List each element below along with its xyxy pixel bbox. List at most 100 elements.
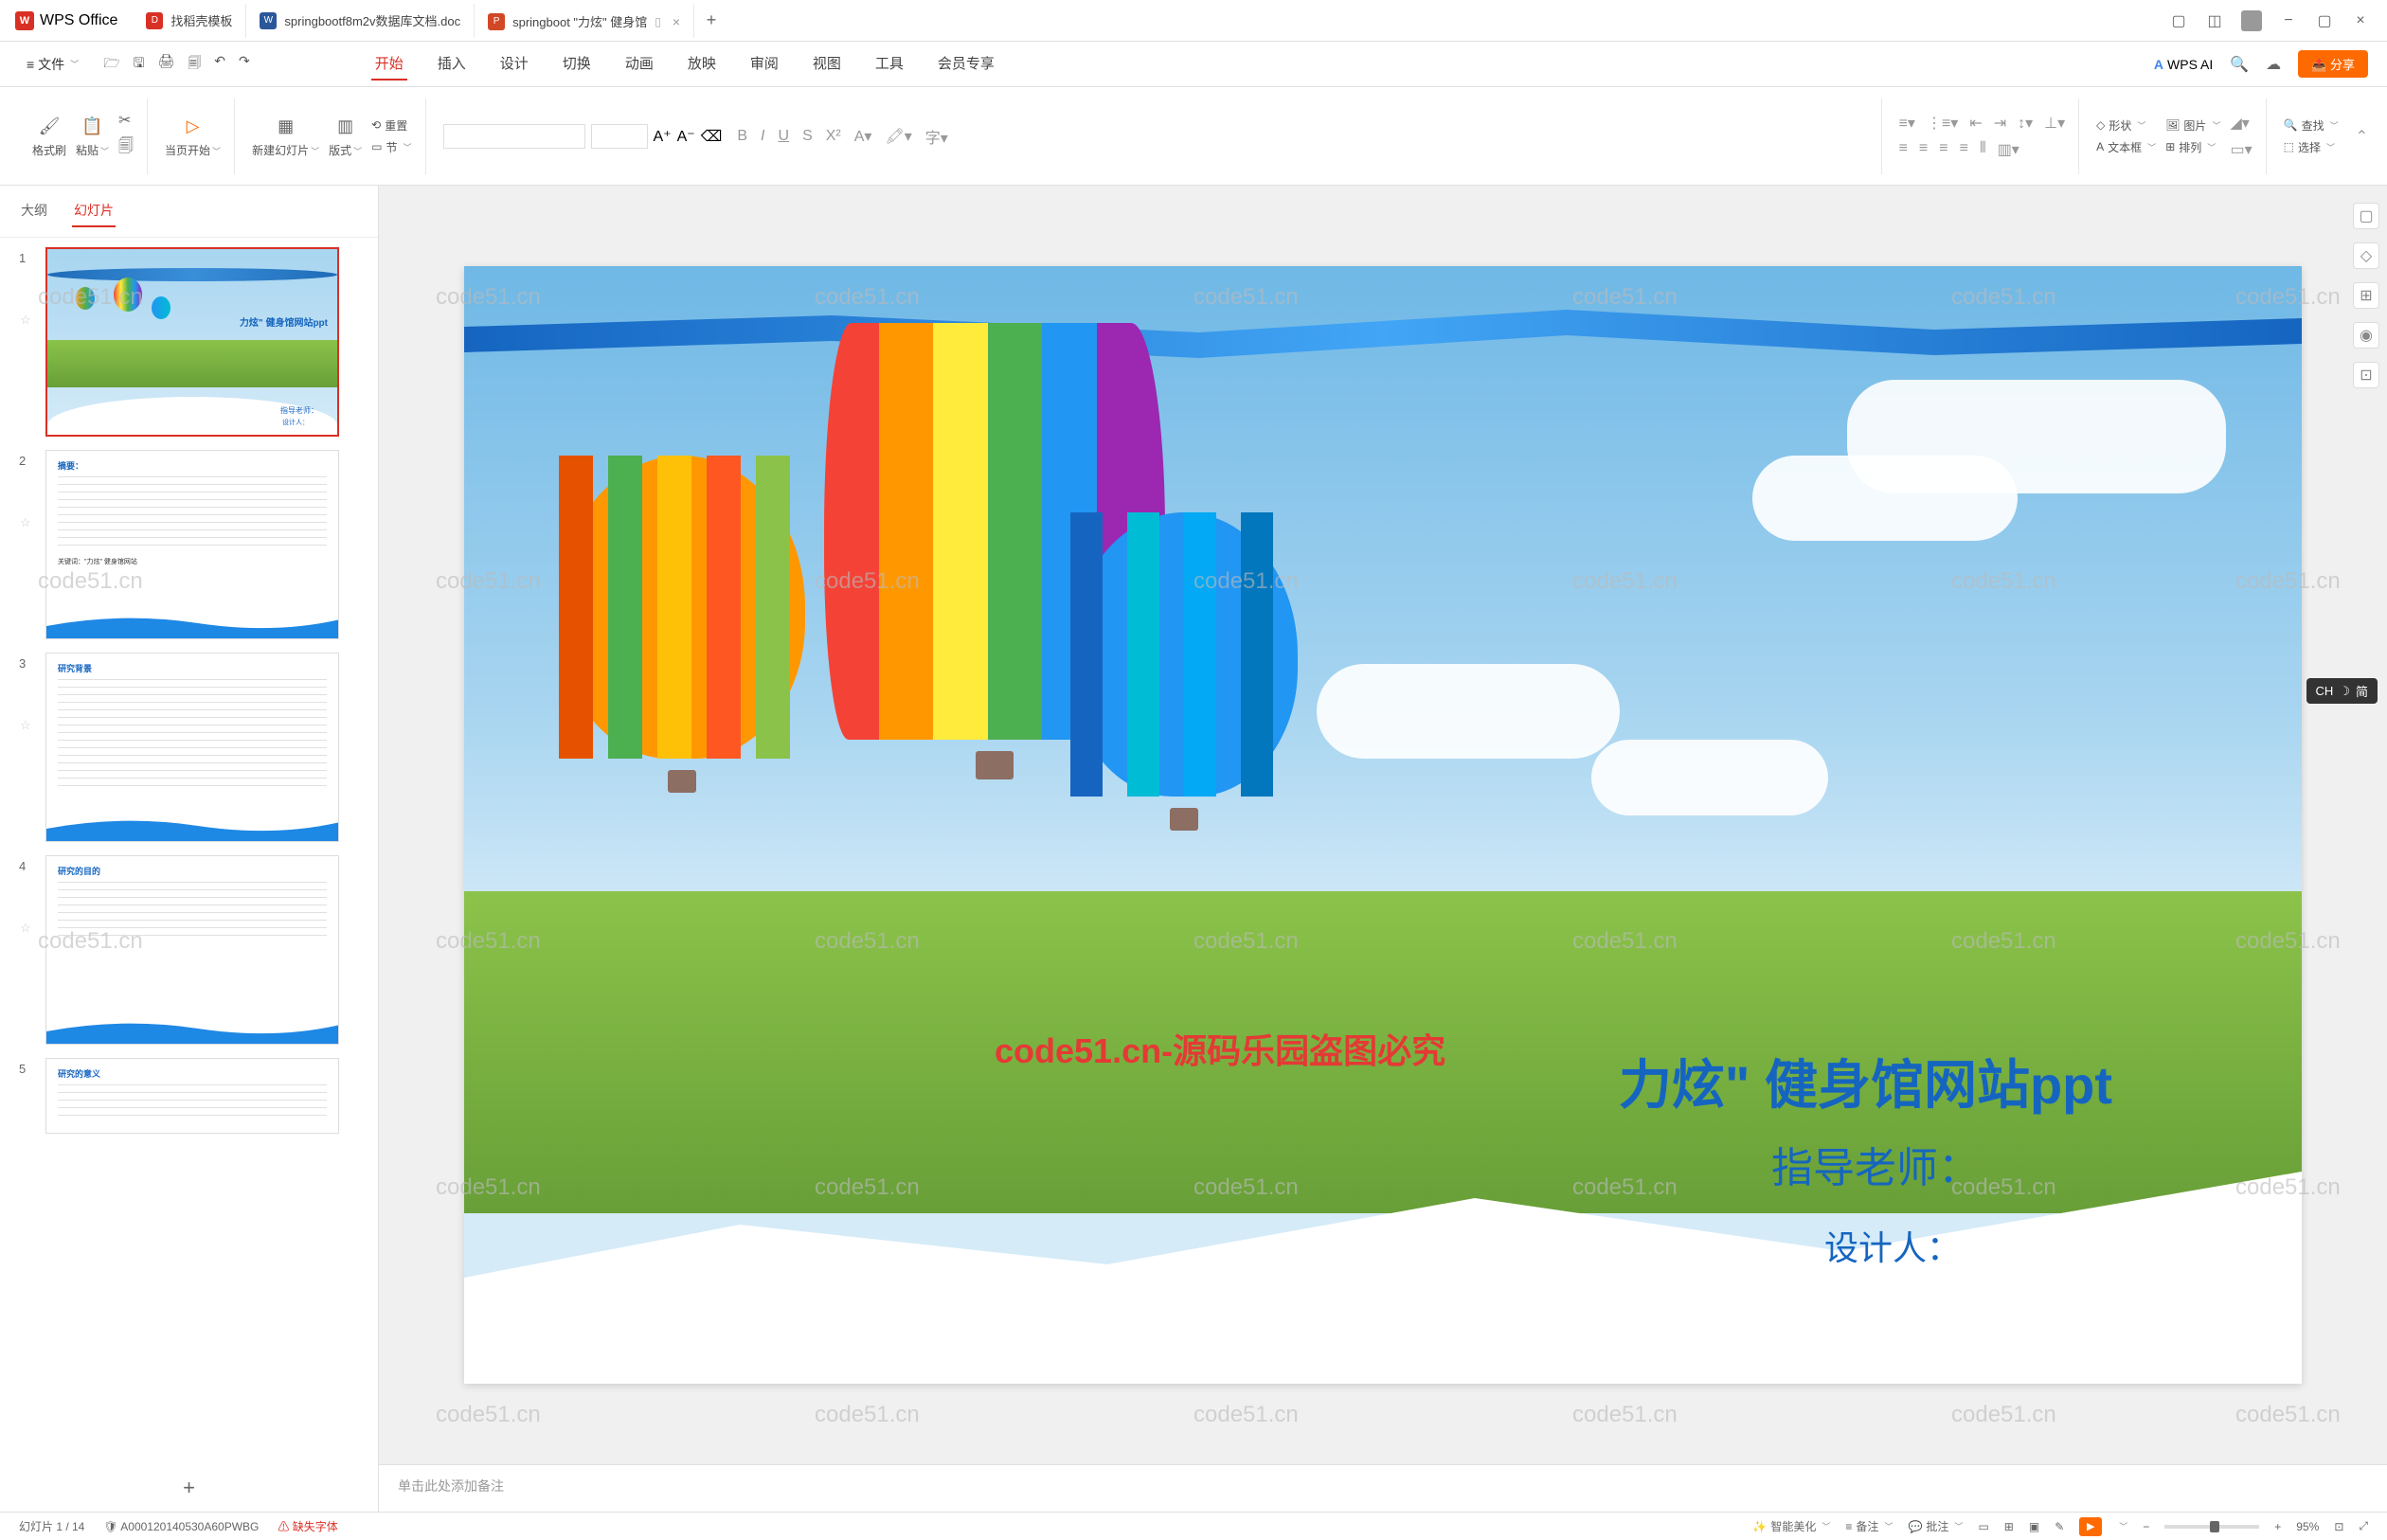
tab-doc[interactable]: W springbootf8m2v数据库文档.doc	[246, 4, 475, 38]
bullets-button[interactable]: ≡▾	[1899, 114, 1915, 133]
tab-ppt[interactable]: P springboot "力炫" 健身馆 ▯ ×	[475, 4, 694, 38]
reading-view-icon[interactable]: ▣	[2029, 1520, 2039, 1533]
sidebar-tool-3[interactable]: ⊞	[2353, 282, 2379, 309]
slide-designer[interactable]: 设计人：	[1824, 1221, 1961, 1270]
line-spacing-button[interactable]: ↕▾	[2018, 114, 2033, 133]
slideshow-button[interactable]: ▶	[2079, 1517, 2102, 1536]
outline-tab[interactable]: 大纲	[19, 195, 49, 227]
slide-indicator[interactable]: 幻灯片 1 / 14	[19, 1518, 84, 1534]
align-right-button[interactable]: ≡	[1939, 140, 1947, 159]
zoom-in-button[interactable]: +	[2274, 1520, 2281, 1533]
star-icon[interactable]: ☆	[20, 265, 35, 328]
print-icon[interactable]: 🖨	[158, 53, 175, 76]
normal-view-icon[interactable]: ▭	[1978, 1520, 1988, 1533]
undo-icon[interactable]: ↶	[214, 53, 225, 76]
section-button[interactable]: ▭节﹀	[371, 139, 411, 155]
cloud-upload-icon[interactable]: ☁	[2266, 55, 2281, 74]
chevron-down-icon[interactable]: ﹀	[2119, 1520, 2127, 1532]
copy-icon[interactable]: 🗐	[118, 135, 134, 161]
menu-tools[interactable]: 工具	[871, 47, 907, 81]
align-center-button[interactable]: ≡	[1919, 140, 1928, 159]
star-icon[interactable]: ☆	[20, 873, 35, 936]
slide-instructor[interactable]: 指导老师：	[1771, 1134, 1980, 1194]
decrease-indent-button[interactable]: ⇤	[1969, 114, 1982, 133]
menu-design[interactable]: 设计	[496, 47, 532, 81]
thumbnail-1[interactable]: 力炫" 健身馆网站ppt 指导老师： 设计人：	[45, 247, 339, 437]
fit-button[interactable]: ⊡	[2334, 1520, 2343, 1533]
share-button[interactable]: 📤 分享	[2298, 50, 2368, 78]
menu-animation[interactable]: 动画	[621, 47, 657, 81]
menu-insert[interactable]: 插入	[434, 47, 470, 81]
reset-button[interactable]: ⟲重置	[371, 117, 411, 134]
cut-icon[interactable]: ✂	[118, 111, 134, 130]
increase-indent-button[interactable]: ⇥	[1994, 114, 2006, 133]
open-icon[interactable]: 🗁	[103, 53, 119, 76]
font-color-button[interactable]: A▾	[854, 127, 872, 146]
close-icon[interactable]: ×	[673, 14, 680, 29]
text-direction-button[interactable]: ⊥▾	[2044, 114, 2065, 133]
menu-view[interactable]: 视图	[809, 47, 845, 81]
thumbnail-4[interactable]: 研究的目的	[45, 855, 339, 1045]
sidebar-tool-2[interactable]: ◇	[2353, 242, 2379, 269]
notes-button[interactable]: ≡备注﹀	[1845, 1518, 1893, 1534]
search-icon[interactable]: 🔍	[2230, 55, 2249, 74]
font-size-select[interactable]	[591, 124, 648, 149]
redo-icon[interactable]: ↷	[239, 53, 250, 76]
zoom-slider[interactable]	[2164, 1525, 2259, 1529]
bold-button[interactable]: B	[737, 128, 747, 145]
ime-indicator[interactable]: CH ☽ 简	[2306, 678, 2378, 704]
format-painter-button[interactable]: 🖌 格式刷	[32, 114, 66, 158]
slide-title[interactable]: 力炫" 健身馆网站ppt	[1619, 1043, 2112, 1119]
star-icon[interactable]: ☆	[20, 468, 35, 530]
clear-format-icon[interactable]: ⌫	[701, 127, 723, 146]
notes-area[interactable]: 单击此处添加备注	[379, 1464, 2387, 1512]
close-button[interactable]: ×	[2351, 11, 2370, 30]
new-slide-button[interactable]: ▦ 新建幻灯片﹀	[252, 114, 319, 158]
menu-review[interactable]: 审阅	[746, 47, 782, 81]
file-menu[interactable]: ≡ 文件 ﹀	[19, 51, 86, 78]
sorter-view-icon[interactable]: ⊞	[2004, 1520, 2014, 1533]
find-button[interactable]: 🔍查找﹀	[2284, 117, 2339, 134]
layout-button[interactable]: ▥ 版式﹀	[329, 114, 362, 158]
thumbnail-3[interactable]: 研究背景	[45, 653, 339, 842]
sidebar-tool-1[interactable]: ▢	[2353, 203, 2379, 229]
sidebar-tool-4[interactable]: ◉	[2353, 322, 2379, 349]
shape-button[interactable]: ◇形状﹀	[2096, 117, 2156, 134]
cube-icon[interactable]: ◫	[2205, 11, 2224, 30]
thumbnail-2[interactable]: 摘要： 关键词："力炫" 健身馆网站	[45, 450, 339, 639]
tab-templates[interactable]: D 找稻壳模板	[133, 4, 246, 38]
avatar-icon[interactable]	[2241, 10, 2262, 31]
picture-button[interactable]: 🖼图片﹀	[2165, 117, 2220, 134]
highlight-button[interactable]: 🖍▾	[885, 127, 911, 146]
add-tab-button[interactable]: +	[694, 10, 728, 30]
slides-tab[interactable]: 幻灯片	[72, 195, 116, 227]
expand-icon[interactable]: ⤢	[2359, 1519, 2368, 1533]
italic-button[interactable]: I	[761, 128, 764, 145]
text-effects-button[interactable]: 字▾	[925, 125, 948, 148]
superscript-button[interactable]: X²	[826, 128, 841, 145]
menu-slideshow[interactable]: 放映	[684, 47, 720, 81]
paste-button[interactable]: 📋 粘贴﹀	[76, 114, 109, 158]
fill-button[interactable]: ◢▾	[2230, 114, 2252, 133]
collapse-ribbon-icon[interactable]: ⌃	[2356, 127, 2368, 146]
star-icon[interactable]: ☆	[20, 671, 35, 733]
maximize-button[interactable]: ▢	[2315, 11, 2334, 30]
font-family-select[interactable]	[443, 124, 585, 149]
zoom-out-button[interactable]: −	[2143, 1520, 2149, 1533]
align-left-button[interactable]: ≡	[1899, 140, 1908, 159]
sidebar-tool-5[interactable]: ⊡	[2353, 362, 2379, 388]
slide-canvas[interactable]: 力炫" 健身馆网站ppt 指导老师： 设计人： code51.cn-源码乐园盗图…	[464, 266, 2302, 1384]
textbox-button[interactable]: A文本框﹀	[2096, 139, 2156, 155]
numbering-button[interactable]: ⋮≡▾	[1927, 114, 1958, 133]
start-from-current-button[interactable]: ▷ 当页开始﹀	[165, 114, 221, 158]
comments-button[interactable]: 💬批注﹀	[1908, 1518, 1963, 1534]
add-slide-button[interactable]: +	[183, 1476, 195, 1500]
font-warning[interactable]: ⚠ 缺失字体	[278, 1518, 337, 1534]
distribute-button[interactable]: ⫴	[1980, 140, 1986, 159]
pencil-icon[interactable]: ✎	[2055, 1520, 2064, 1533]
outline-button[interactable]: ▭▾	[2230, 140, 2252, 159]
decrease-font-icon[interactable]: A⁻	[677, 127, 695, 146]
menu-transition[interactable]: 切换	[559, 47, 595, 81]
window-icon[interactable]: ▢	[2169, 11, 2188, 30]
menu-start[interactable]: 开始	[371, 47, 407, 81]
